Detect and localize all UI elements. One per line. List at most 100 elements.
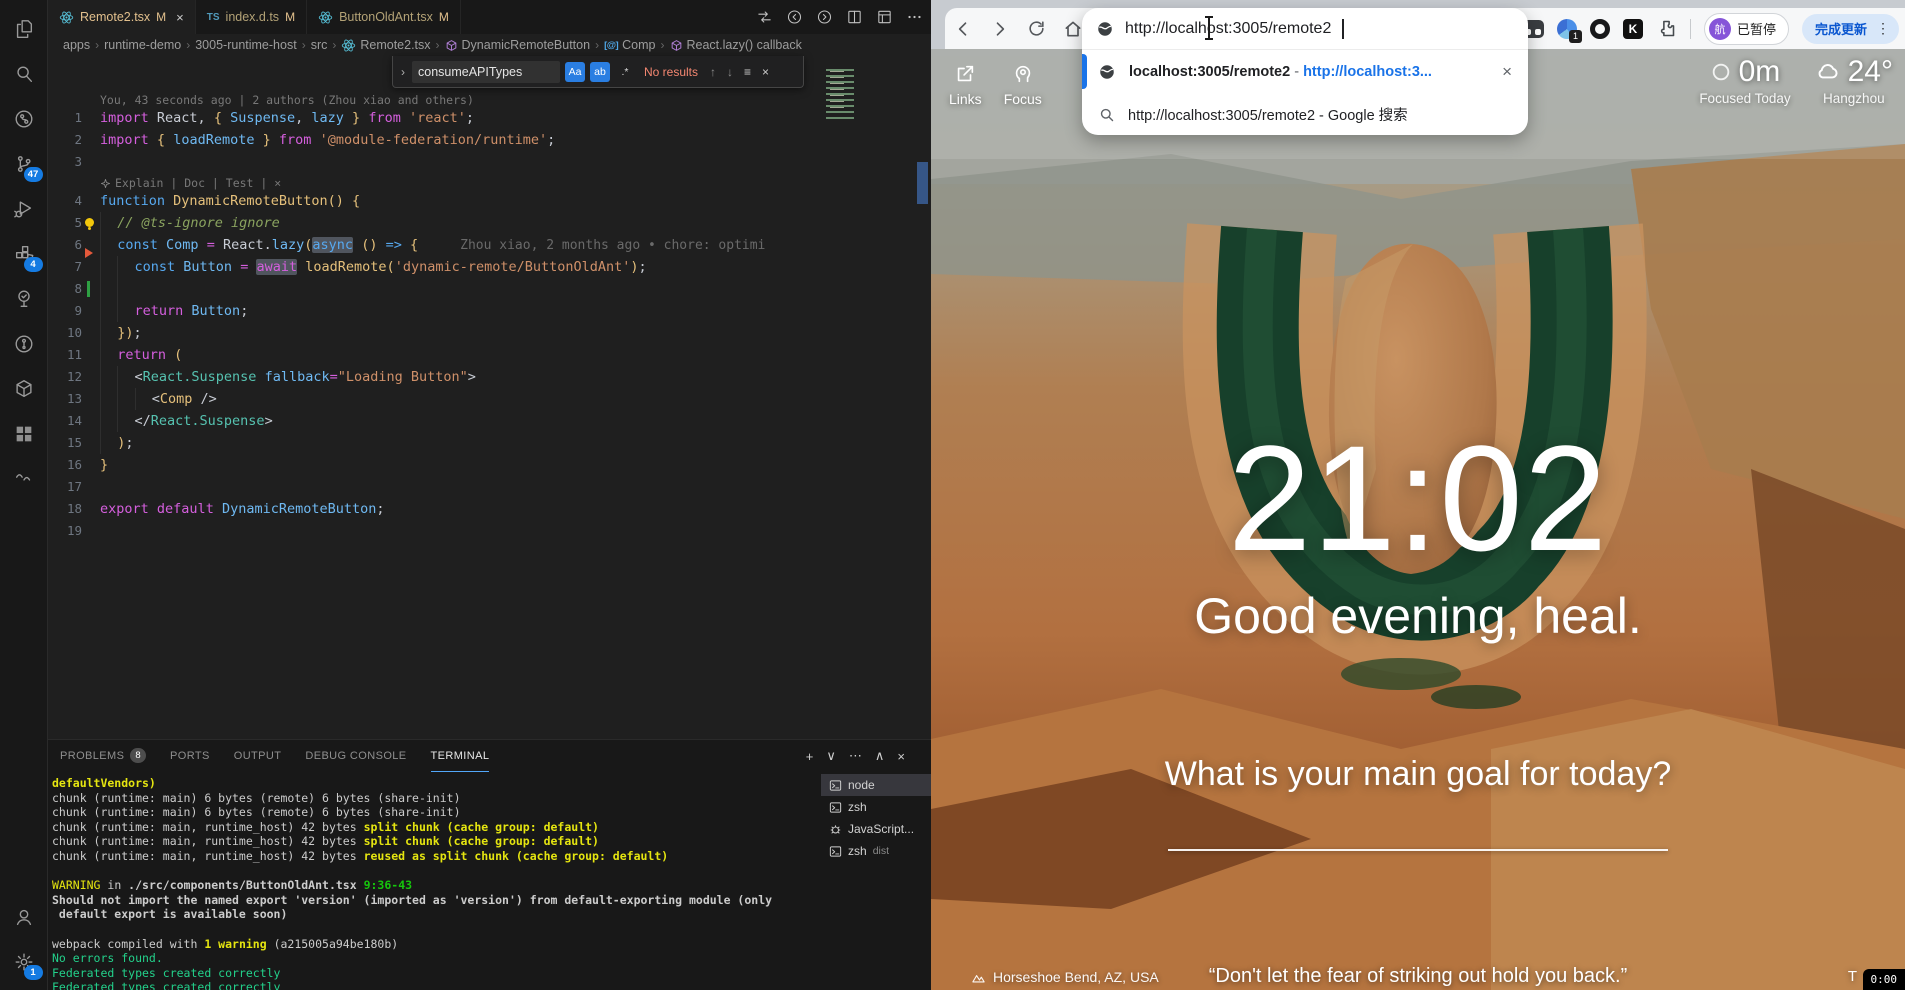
- breadcrumb-item[interactable]: React.lazy() callback: [670, 38, 802, 52]
- url-text[interactable]: http://localhost:3005/remote2: [1125, 20, 1331, 38]
- todo-label[interactable]: T: [1848, 968, 1857, 985]
- breadcrumb-item[interactable]: src: [311, 38, 328, 52]
- update-chip[interactable]: 完成更新 ⋮: [1802, 14, 1899, 44]
- profile-chip[interactable]: 航 已暂停: [1704, 13, 1789, 45]
- breadcrumb-item[interactable]: runtime-demo: [104, 38, 181, 52]
- panel-tab-OUTPUT[interactable]: OUTPUT: [234, 740, 282, 772]
- browser-menu-icon[interactable]: ⋮: [1876, 20, 1890, 37]
- terminal-icon: [829, 801, 842, 814]
- terminal-process-JavaScript...[interactable]: JavaScript...: [821, 818, 931, 840]
- code-line: 5// @ts-ignore ignore: [48, 212, 931, 234]
- code-line: 15);: [48, 432, 931, 454]
- terminal-process-zsh[interactable]: zshdist: [821, 840, 931, 862]
- code-editor[interactable]: You, 43 seconds ago | 2 authors (Zhou xi…: [48, 56, 931, 739]
- ntp-bottom-bar: Horseshoe Bend, AZ, USA T: [931, 968, 1905, 987]
- omnibox-dropdown: http://localhost:3005/remote2 localhost:…: [1082, 8, 1528, 135]
- lightbulb-icon[interactable]: [85, 218, 94, 227]
- links-button[interactable]: Links: [949, 63, 982, 107]
- breadcrumb-item[interactable]: apps: [63, 38, 90, 52]
- react-icon: [59, 10, 74, 25]
- cloud-icon: [1815, 59, 1841, 85]
- breadcrumb-item[interactable]: 3005-runtime-host: [195, 38, 296, 52]
- toggle-replace-icon[interactable]: ›: [399, 65, 407, 79]
- close-tab-icon[interactable]: ×: [176, 10, 184, 25]
- more-actions-icon[interactable]: [906, 9, 923, 26]
- chevron-right-icon: ›: [436, 38, 440, 52]
- terminal-line: chunk (runtime: main) 6 bytes (remote) 6…: [52, 805, 819, 820]
- remove-suggestion-icon[interactable]: ×: [1502, 62, 1512, 82]
- photo-location[interactable]: Horseshoe Bend, AZ, USA: [971, 969, 1159, 985]
- regex-button[interactable]: .*: [615, 62, 635, 82]
- address-bar[interactable]: http://localhost:3005/remote2: [1082, 8, 1528, 49]
- breadcrumb-item[interactable]: Remote2.tsx: [341, 38, 430, 53]
- focus-time-widget[interactable]: 0m Focused Today: [1699, 55, 1790, 106]
- terminal-process-zsh[interactable]: zsh: [821, 796, 931, 818]
- activity-item-extensions[interactable]: 4: [0, 231, 48, 276]
- next-match-icon[interactable]: ↓: [724, 65, 736, 79]
- close-icon[interactable]: ×: [897, 749, 905, 764]
- breadcrumb-item[interactable]: DynamicRemoteButton: [445, 38, 591, 52]
- focused-caption: Focused Today: [1699, 91, 1790, 106]
- k-extension-icon[interactable]: K: [1623, 19, 1643, 39]
- go-forward-icon[interactable]: [816, 9, 833, 26]
- focused-value: 0m: [1739, 55, 1781, 89]
- panel-tab-PORTS[interactable]: PORTS: [170, 740, 210, 772]
- tab-index.d.ts[interactable]: TSindex.d.tsM: [196, 0, 307, 34]
- activity-item-gitlens-inspect[interactable]: [0, 321, 48, 366]
- suggestion-row-1[interactable]: localhost:3005/remote2 - http://localhos…: [1082, 50, 1528, 93]
- split-editor-icon[interactable]: [846, 9, 863, 26]
- panel-tab-PROBLEMS[interactable]: PROBLEMS8: [60, 740, 146, 772]
- find-in-selection-icon[interactable]: ≡: [741, 65, 754, 79]
- add-icon[interactable]: +: [806, 749, 814, 764]
- codelens-text[interactable]: Explain | Doc | Test | ×: [100, 176, 281, 190]
- activity-item-run-debug[interactable]: [0, 186, 48, 231]
- terminal-output[interactable]: defaultVendors) chunk (runtime: main) 6 b…: [52, 776, 819, 990]
- whole-word-button[interactable]: ab: [590, 62, 610, 82]
- minimap[interactable]: [826, 69, 854, 123]
- breadcrumb-item[interactable]: [@]Comp: [604, 38, 655, 52]
- activity-item-testing[interactable]: [0, 276, 48, 321]
- weather-widget[interactable]: 24° Hangzhou: [1815, 55, 1893, 106]
- activity-item-waves[interactable]: [0, 456, 48, 501]
- close-find-icon[interactable]: ×: [759, 65, 772, 79]
- line-number: 6: [48, 234, 82, 256]
- goal-input[interactable]: [1168, 849, 1668, 851]
- activity-item-search[interactable]: [0, 51, 48, 96]
- activity-item-remote-explorer[interactable]: [0, 366, 48, 411]
- activity-item-gitlens[interactable]: [0, 96, 48, 141]
- reload-icon[interactable]: [1027, 19, 1046, 38]
- extension-badge-icon[interactable]: 1: [1557, 19, 1577, 39]
- customize-layout-icon[interactable]: [876, 9, 893, 26]
- panel-tab-TERMINAL[interactable]: TERMINAL: [431, 740, 490, 772]
- line-number: 9: [48, 300, 82, 322]
- chevron-up-icon[interactable]: ∧: [875, 748, 885, 764]
- activity-item-source-control[interactable]: 47: [0, 141, 48, 186]
- focus-button[interactable]: Focus: [1004, 63, 1042, 107]
- code-line: 6const Comp = React.lazy(async () => {Zh…: [48, 234, 931, 256]
- terminal-process-node[interactable]: node: [821, 774, 931, 796]
- back-icon[interactable]: [953, 19, 973, 39]
- tab-ButtonOldAnt.tsx[interactable]: ButtonOldAnt.tsxM: [307, 0, 461, 34]
- home-icon[interactable]: [1063, 19, 1083, 39]
- activity-item-settings[interactable]: 1: [0, 939, 48, 984]
- panel-tab-DEBUG CONSOLE[interactable]: DEBUG CONSOLE: [305, 740, 406, 772]
- activity-item-grid[interactable]: [0, 411, 48, 456]
- terminal-line: defaultVendors): [52, 776, 819, 791]
- tab-Remote2.tsx[interactable]: Remote2.tsxM×: [48, 0, 196, 34]
- open-changes-icon[interactable]: [756, 9, 773, 26]
- find-input[interactable]: consumeAPITypes: [412, 61, 560, 83]
- codelens-text[interactable]: You, 43 seconds ago | 2 authors (Zhou xi…: [100, 93, 474, 107]
- go-back-icon[interactable]: [786, 9, 803, 26]
- code-line: 19: [48, 520, 931, 542]
- terminal-line: WARNING in ./src/components/ButtonOldAnt…: [52, 878, 819, 893]
- previous-match-icon[interactable]: ↑: [707, 65, 719, 79]
- chevron-down-icon[interactable]: ∨: [826, 748, 836, 764]
- activity-item-explorer[interactable]: [0, 6, 48, 51]
- ring-extension-icon[interactable]: [1590, 19, 1610, 39]
- forward-icon[interactable]: [990, 19, 1010, 39]
- match-case-button[interactable]: Aa: [565, 62, 585, 82]
- suggestion-row-2[interactable]: http://localhost:3005/remote2 - Google 搜…: [1082, 93, 1528, 135]
- extensions-puzzle-icon[interactable]: [1656, 18, 1677, 39]
- activity-item-account[interactable]: [0, 894, 48, 939]
- more-icon[interactable]: ⋯: [849, 748, 862, 764]
